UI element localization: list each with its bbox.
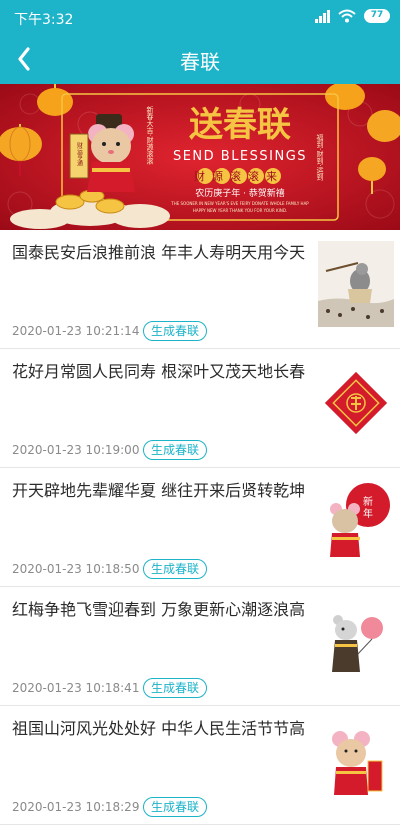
svg-text:新: 新 [363, 495, 373, 508]
banner-tagline: 财源滚滚来 [194, 169, 284, 183]
generate-couplet-button[interactable]: 生成春联 [143, 678, 208, 698]
banner-artwork: 财运亨通 新春大吉·财源滚滚 福到·财到·运到 送春联 SEND BLESSIN… [0, 84, 400, 230]
item-timestamp: 2020-01-23 10:18:41 [12, 681, 140, 695]
left-couplet-text: 新春大吉·财源滚滚 [146, 105, 154, 165]
banner-line1: 农历庚子年 · 恭贺新禧 [195, 187, 285, 199]
status-icons: 77 [315, 9, 390, 23]
app-bar: 春联 [0, 34, 400, 84]
svg-text:年: 年 [363, 507, 373, 520]
banner-image[interactable]: 财运亨通 新春大吉·财源滚滚 福到·财到·运到 送春联 SEND BLESSIN… [0, 84, 400, 230]
list-item[interactable]: 国泰民安后浪推前浪 年丰人寿明天用今天 2020-01-23 10:21:14 … [0, 230, 400, 349]
item-timestamp: 2020-01-23 10:18:29 [12, 800, 140, 814]
mouse-with-balloon-illustration [318, 598, 394, 684]
battery-icon: 77 [364, 9, 390, 23]
list-item[interactable]: 花好月常圆人民同寿 根深叶又茂天地长春 2020-01-23 10:19:00 … [0, 349, 400, 468]
mouse-pulling-cart-illustration [318, 241, 394, 327]
page-title: 春联 [180, 50, 220, 74]
item-title: 开天辟地先辈耀华夏 继往开来后贤转乾坤 [12, 481, 306, 500]
fu-character-paper-cut-illustration [318, 360, 394, 446]
item-title: 红梅争艳飞雪迎春到 万象更新心潮逐浪高 [12, 600, 306, 619]
couplet-list: 国泰民安后浪推前浪 年丰人寿明天用今天 2020-01-23 10:21:14 … [0, 230, 400, 825]
generate-couplet-button[interactable]: 生成春联 [143, 321, 208, 341]
banner-line2: THE SOONER IN NEW YEAR'S EVE FEIRY DONAT… [170, 201, 309, 206]
right-couplet-text: 福到·财到·运到 [316, 133, 324, 180]
banner-line3: HAPPY NEW YEAR THANK YOU FOR YOUR KIND. [193, 208, 287, 213]
new-year-mouse-sticker-illustration: 新 年 [318, 479, 394, 565]
item-timestamp: 2020-01-23 10:19:00 [12, 443, 140, 457]
item-title: 花好月常圆人民同寿 根深叶又茂天地长春 [12, 362, 306, 381]
list-item[interactable]: 红梅争艳飞雪迎春到 万象更新心潮逐浪高 2020-01-23 10:18:41 … [0, 587, 400, 706]
generate-couplet-button[interactable]: 生成春联 [143, 797, 208, 817]
list-item[interactable]: 祖国山河风光处处好 中华人民生活节节高 2020-01-23 10:18:29 … [0, 706, 400, 825]
mascot-scroll-text: 财运亨通 [76, 141, 83, 167]
mouse-holding-scroll-illustration [318, 717, 394, 803]
status-time: 下午3:32 [14, 12, 74, 28]
item-title: 祖国山河风光处处好 中华人民生活节节高 [12, 719, 306, 738]
status-bar: 下午3:32 77 [0, 0, 400, 34]
wifi-icon [338, 9, 356, 23]
item-timestamp: 2020-01-23 10:21:14 [12, 324, 140, 338]
generate-couplet-button[interactable]: 生成春联 [143, 440, 208, 460]
item-timestamp: 2020-01-23 10:18:50 [12, 562, 140, 576]
generate-couplet-button[interactable]: 生成春联 [143, 559, 208, 579]
list-item[interactable]: 开天辟地先辈耀华夏 继往开来后贤转乾坤 2020-01-23 10:18:50 … [0, 468, 400, 587]
item-title: 国泰民安后浪推前浪 年丰人寿明天用今天 [12, 243, 306, 262]
banner-subtitle: SEND BLESSINGS [173, 149, 307, 164]
banner-headline: 送春联 [189, 105, 291, 145]
signal-icon [315, 9, 330, 23]
